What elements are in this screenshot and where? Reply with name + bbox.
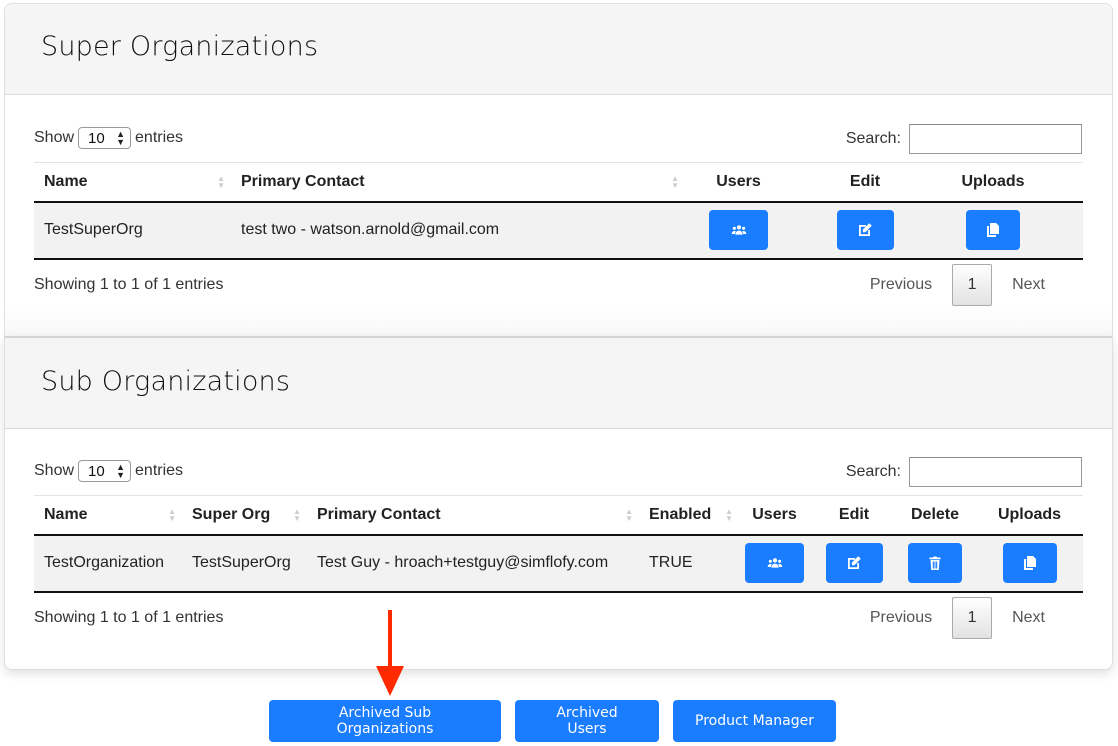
super-organizations-title: Super Organizations (41, 31, 319, 62)
sub-orgs-length-control: Show 10 ▲ ▼ entries (34, 460, 183, 482)
table-row: TestOrganization TestSuperOrg Test Guy -… (34, 534, 1083, 592)
show-label: Show (34, 462, 75, 479)
sort-icon: ▲ ▼ (625, 506, 633, 523)
sort-icon: ▲ ▼ (725, 506, 733, 523)
super-orgs-pagination: Previous 1 Next (850, 264, 1065, 306)
archived-users-button[interactable]: Archived Users (515, 700, 659, 742)
pagination-previous[interactable]: Previous (850, 609, 952, 627)
table-row: TestSuperOrg test two - watson.arnold@gm… (34, 201, 1083, 259)
sub-organizations-title: Sub Organizations (41, 366, 291, 397)
cell-enabled: TRUE (649, 554, 693, 571)
super-orgs-length-control: Show 10 ▲ ▼ entries (34, 127, 183, 149)
super-orgs-table: Name ▲ ▼ Primary Contact ▲ ▼ Users Edit Uplo… (34, 162, 1083, 260)
table-header-row: Name ▲ ▼ Primary Contact ▲ ▼ Users Edit Uplo… (34, 162, 1083, 202)
footer-button-group: Archived Sub Organizations Archived User… (269, 700, 836, 742)
column-header-enabled[interactable]: Enabled ▲ ▼ (639, 496, 735, 535)
uploads-button[interactable] (966, 210, 1020, 250)
select-arrows-icon: ▲ ▼ (116, 129, 126, 147)
edit-button[interactable] (836, 210, 894, 250)
cell-name: TestOrganization (44, 554, 165, 571)
column-header-name[interactable]: Name ▲ ▼ (34, 163, 231, 202)
sub-orgs-pagination: Previous 1 Next (850, 597, 1065, 639)
sort-icon: ▲ ▼ (293, 506, 301, 523)
users-icon (731, 225, 746, 235)
pagination-previous[interactable]: Previous (850, 276, 952, 294)
entries-label: entries (135, 462, 184, 479)
super-organizations-header: Super Organizations (5, 4, 1112, 95)
users-button[interactable] (709, 210, 768, 250)
super-orgs-page-length-select[interactable]: 10 ▲ ▼ (78, 127, 132, 149)
edit-icon (848, 556, 861, 569)
sub-orgs-table-info: Showing 1 to 1 of 1 entries (34, 609, 224, 626)
sub-organizations-header: Sub Organizations (5, 338, 1112, 429)
cell-primary-contact: test two - watson.arnold@gmail.com (241, 221, 500, 238)
product-manager-button[interactable]: Product Manager (673, 700, 836, 742)
column-header-edit: Edit (849, 172, 881, 190)
copy-icon (1023, 556, 1036, 570)
super-organizations-card: Super Organizations Show 10 ▲ ▼ entries S… (4, 3, 1113, 338)
pagination-page-1[interactable]: 1 (952, 597, 993, 639)
copy-icon (987, 223, 999, 237)
uploads-button[interactable] (1002, 543, 1057, 583)
users-icon (767, 558, 782, 568)
table-header-row: Name ▲ ▼ Super Org ▲ ▼ Primary Contact ▲ ▼ Ena… (34, 495, 1083, 535)
search-label: Search: (845, 130, 901, 147)
red-arrow-down-icon (376, 610, 404, 696)
pagination-next[interactable]: Next (992, 276, 1065, 294)
delete-button[interactable] (908, 543, 962, 583)
column-header-edit: Edit (838, 505, 870, 523)
super-orgs-search-input[interactable] (909, 124, 1082, 154)
column-header-name[interactable]: Name ▲ ▼ (34, 496, 182, 535)
super-orgs-search-control: Search: (846, 124, 1082, 154)
sub-orgs-search-input[interactable] (909, 457, 1082, 487)
sub-orgs-search-control: Search: (846, 457, 1082, 487)
users-button[interactable] (745, 543, 804, 583)
cell-super-org: TestSuperOrg (192, 554, 291, 571)
select-arrows-icon: ▲ ▼ (116, 462, 126, 480)
super-orgs-table-info: Showing 1 to 1 of 1 entries (34, 276, 224, 293)
edit-button[interactable] (825, 543, 883, 583)
sub-orgs-table: Name ▲ ▼ Super Org ▲ ▼ Primary Contact ▲ ▼ Ena… (34, 495, 1083, 593)
sort-icon: ▲ ▼ (217, 173, 225, 190)
column-header-uploads: Uploads (997, 505, 1062, 523)
column-header-primary-contact[interactable]: Primary Contact ▲ ▼ (307, 496, 639, 535)
sort-icon: ▲ ▼ (671, 173, 679, 190)
sub-organizations-card: Sub Organizations Show 10 ▲ ▼ entries Sea… (4, 336, 1113, 670)
cell-name: TestSuperOrg (44, 221, 143, 238)
column-header-users: Users (716, 172, 761, 190)
pagination-next[interactable]: Next (992, 609, 1065, 627)
entries-label: entries (135, 129, 184, 146)
column-header-super-org[interactable]: Super Org ▲ ▼ (182, 496, 307, 535)
cell-primary-contact: Test Guy - hroach+testguy@simflofy.com (317, 554, 609, 571)
column-header-uploads: Uploads (961, 172, 1025, 190)
archived-sub-organizations-button[interactable]: Archived Sub Organizations (269, 700, 501, 742)
pagination-page-1[interactable]: 1 (952, 264, 993, 306)
column-header-users: Users (752, 505, 797, 523)
search-label: Search: (845, 463, 901, 480)
trash-icon (929, 556, 941, 570)
show-label: Show (34, 129, 75, 146)
column-header-primary-contact[interactable]: Primary Contact ▲ ▼ (231, 163, 685, 202)
sort-icon: ▲ ▼ (168, 506, 176, 523)
sub-orgs-page-length-select[interactable]: 10 ▲ ▼ (78, 460, 132, 482)
column-header-delete: Delete (910, 505, 960, 523)
edit-icon (859, 223, 872, 236)
